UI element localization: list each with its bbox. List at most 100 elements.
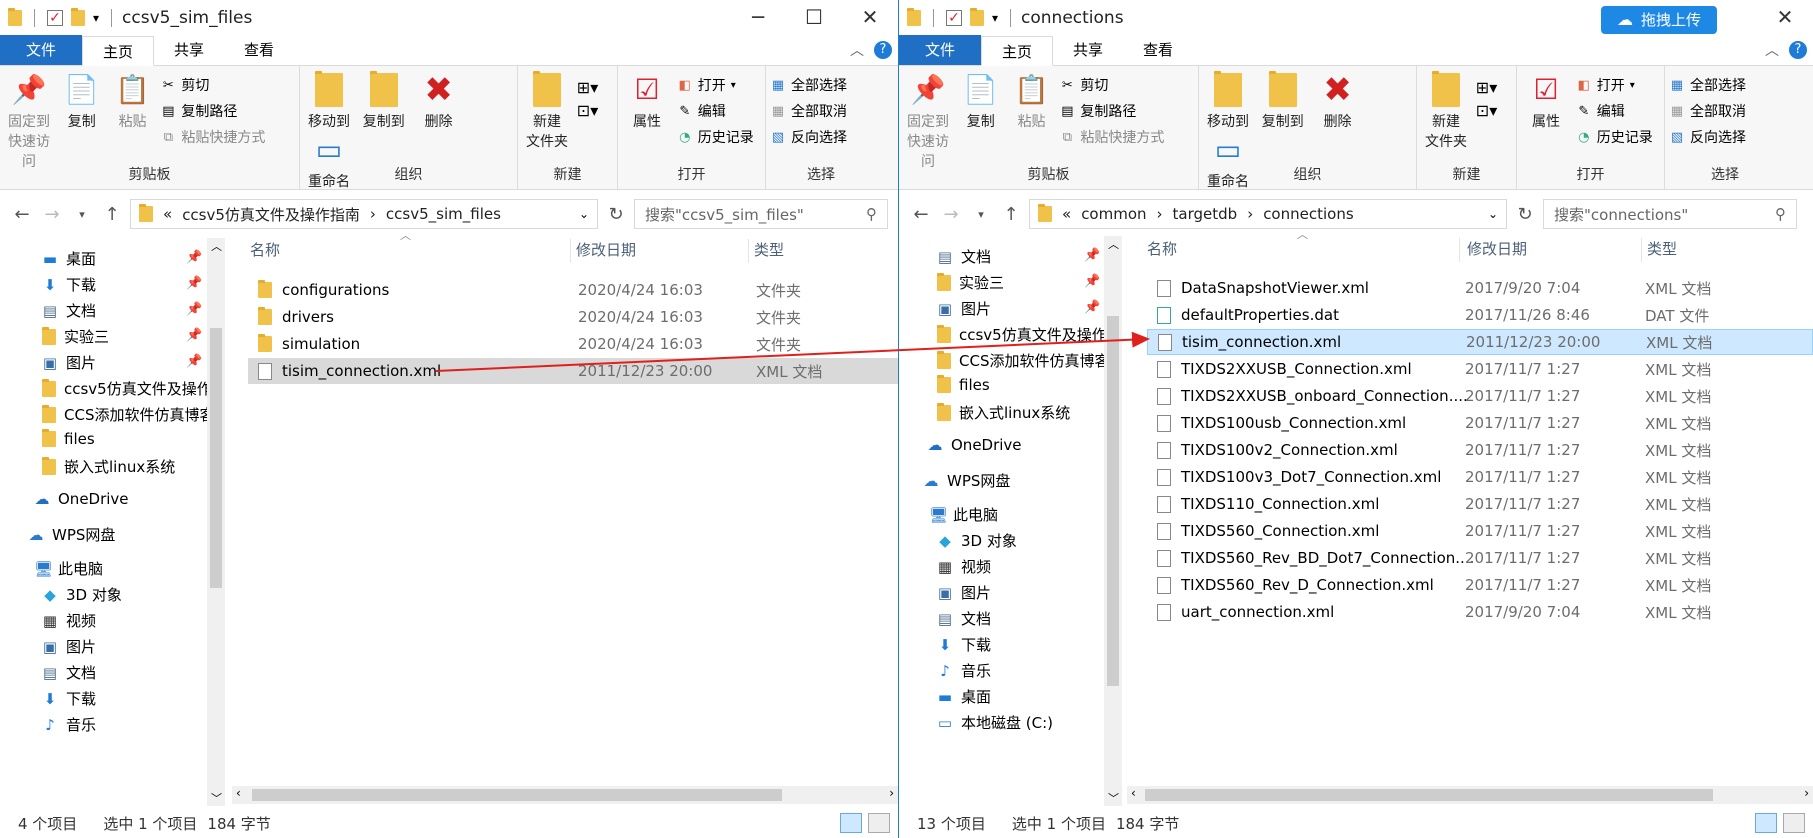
forward-icon[interactable]: →: [939, 204, 963, 225]
breadcrumb-item[interactable]: common: [1081, 205, 1146, 223]
nav-item[interactable]: ☁ WPS网盘: [923, 470, 1011, 491]
upload-button[interactable]: ☁ 拖拽上传: [1601, 6, 1718, 34]
pin-icon[interactable]: 📌: [1084, 248, 1100, 263]
address-bar[interactable]: « ccsv5仿真文件及操作指南 › ccsv5_sim_files ⌄: [130, 199, 598, 229]
invert-selection-button[interactable]: ▧ 反向选择: [1669, 126, 1746, 148]
history-button[interactable]: ◔ 历史记录: [1576, 126, 1653, 148]
column-type[interactable]: 类型: [1647, 234, 1677, 264]
nav-item[interactable]: ▣ 图片: [937, 582, 991, 603]
nav-item[interactable]: ▭ 本地磁盘 (C:): [937, 712, 1053, 733]
breadcrumb-item[interactable]: ccsv5_sim_files: [386, 205, 501, 223]
tab-home[interactable]: 主页: [981, 36, 1054, 66]
pin-icon[interactable]: 📌: [1084, 300, 1100, 315]
history-button[interactable]: ◔ 历史记录: [677, 126, 754, 148]
file-row[interactable]: TIXDS560_Connection.xml 2017/11/7 1:27 XML…: [1147, 518, 1813, 544]
copy-to-button[interactable]: 复制到: [359, 71, 409, 132]
nav-item[interactable]: ▣ 图片: [42, 636, 96, 657]
nav-item[interactable]: 实验三: [937, 272, 1004, 293]
paste-shortcut-button[interactable]: ⧉ 粘贴快捷方式: [160, 126, 266, 148]
nav-item[interactable]: ▦ 视频: [42, 610, 96, 631]
refresh-icon[interactable]: ↻: [604, 204, 628, 225]
nav-item[interactable]: ▤ 文档: [937, 246, 991, 267]
file-row[interactable]: TIXDS100v3_Dot7_Connection.xml 2017/11/7 …: [1147, 464, 1813, 490]
pin-icon[interactable]: 📌: [186, 354, 202, 369]
minimize-button[interactable]: ─: [730, 0, 786, 36]
open-button[interactable]: ◧ 打开 ▾: [1576, 74, 1653, 96]
pin-icon[interactable]: 📌: [186, 276, 202, 291]
copy-button[interactable]: 📄 复制: [59, 72, 105, 132]
delete-button[interactable]: ✖ 删除: [1313, 72, 1363, 132]
recent-dropdown-icon[interactable]: ▾: [70, 208, 94, 221]
address-dropdown-icon[interactable]: ⌄: [579, 207, 589, 221]
maximize-button[interactable]: ☐: [786, 0, 842, 36]
file-row[interactable]: TIXDS2XXUSB_onboard_Connection.... 2017/1…: [1147, 383, 1813, 409]
nav-item[interactable]: 嵌入式linux系统: [42, 456, 175, 477]
details-view-icon[interactable]: [840, 813, 862, 833]
column-date[interactable]: 修改日期: [576, 235, 636, 265]
nav-item[interactable]: ccsv5仿真文件及操作: [937, 324, 1104, 345]
nav-item[interactable]: CCS添加软件仿真博客: [42, 404, 214, 425]
tab-file[interactable]: 文件: [0, 35, 83, 65]
file-row[interactable]: configurations 2020/4/24 16:03 文件夹: [248, 277, 898, 303]
tab-view[interactable]: 查看: [1123, 35, 1193, 65]
nav-scrollbar[interactable]: ︿ ﹀: [1104, 236, 1122, 806]
paste-shortcut-button[interactable]: ⧉ 粘贴快捷方式: [1059, 126, 1165, 148]
nav-item[interactable]: ▤ 文档: [42, 662, 96, 683]
refresh-icon[interactable]: ↻: [1513, 204, 1537, 225]
copy-path-button[interactable]: ▤ 复制路径: [160, 100, 265, 122]
edit-button[interactable]: ✎ 编辑: [1576, 100, 1653, 122]
nav-item[interactable]: ▣ 图片: [42, 352, 96, 373]
column-name[interactable]: 名称: [250, 235, 280, 265]
paste-button[interactable]: 📋 粘贴: [1009, 72, 1055, 132]
pin-icon[interactable]: 📌: [186, 250, 202, 265]
details-view-icon[interactable]: [1755, 813, 1777, 833]
nav-item[interactable]: ◆ 3D 对象: [937, 530, 1017, 551]
horizontal-scrollbar[interactable]: ‹ ›: [232, 786, 898, 804]
copy-button[interactable]: 📄 复制: [958, 72, 1004, 132]
address-dropdown-icon[interactable]: ⌄: [1488, 207, 1498, 221]
tab-file[interactable]: 文件: [899, 35, 982, 65]
cut-button[interactable]: ✂ 剪切: [1059, 74, 1164, 96]
file-row[interactable]: tisim_connection.xml 2011/12/23 20:00 XML …: [248, 358, 898, 384]
nav-item[interactable]: ▤ 文档: [42, 300, 96, 321]
horizontal-scrollbar[interactable]: ‹ ›: [1127, 786, 1813, 804]
file-row[interactable]: drivers 2020/4/24 16:03 文件夹: [248, 304, 898, 330]
copy-to-button[interactable]: 复制到: [1258, 71, 1308, 132]
new-folder-quick-icon[interactable]: [71, 8, 85, 26]
new-folder-button[interactable]: 新建 文件夹: [1421, 71, 1471, 152]
cut-button[interactable]: ✂ 剪切: [160, 74, 265, 96]
nav-item[interactable]: files: [937, 375, 990, 394]
breadcrumb-item[interactable]: connections: [1263, 205, 1353, 223]
nav-item[interactable]: ☁ OneDrive: [927, 436, 1022, 454]
column-date[interactable]: 修改日期: [1467, 234, 1527, 264]
file-row[interactable]: defaultProperties.dat 2017/11/26 8:46 DAT …: [1147, 302, 1813, 328]
nav-item[interactable]: CCS添加软件仿真博客: [937, 350, 1104, 371]
nav-item[interactable]: ⬇ 下载: [42, 688, 96, 709]
nav-item[interactable]: 实验三: [42, 326, 109, 347]
help-icon[interactable]: ?: [874, 41, 892, 59]
forward-icon[interactable]: →: [40, 204, 64, 225]
nav-item[interactable]: ▦ 视频: [937, 556, 991, 577]
new-folder-button[interactable]: 新建 文件夹: [522, 71, 572, 152]
up-icon[interactable]: ↑: [100, 204, 124, 225]
nav-item[interactable]: ♪ 音乐: [42, 714, 96, 735]
file-row[interactable]: TIXDS100v2_Connection.xml 2017/11/7 1:27 X…: [1147, 437, 1813, 463]
copy-path-button[interactable]: ▤ 复制路径: [1059, 100, 1164, 122]
help-icon[interactable]: ?: [1789, 41, 1807, 59]
nav-item[interactable]: ▬ 桌面: [937, 686, 991, 707]
file-row[interactable]: TIXDS560_Rev_BD_Dot7_Connection.... 2017/…: [1147, 545, 1813, 571]
new-item-icon[interactable]: ⊞▾: [577, 78, 598, 97]
breadcrumb-overflow[interactable]: «: [163, 205, 172, 223]
large-icons-view-icon[interactable]: [1783, 813, 1805, 833]
edit-button[interactable]: ✎ 编辑: [677, 100, 754, 122]
breadcrumb-item[interactable]: ccsv5仿真文件及操作指南: [182, 204, 360, 225]
new-folder-quick-icon[interactable]: [970, 8, 984, 26]
select-none-button[interactable]: ▦ 全部取消: [770, 100, 847, 122]
file-row[interactable]: TIXDS2XXUSB_Connection.xml 2017/11/7 1:27…: [1147, 356, 1813, 382]
nav-item[interactable]: ◆ 3D 对象: [42, 584, 122, 605]
properties-button[interactable]: ☑ 属性: [1521, 72, 1571, 132]
invert-selection-button[interactable]: ▧ 反向选择: [770, 126, 847, 148]
file-row[interactable]: TIXDS110_Connection.xml 2017/11/7 1:27 XML…: [1147, 491, 1813, 517]
search-input[interactable]: 搜索"ccsv5_sim_files" ⚲: [634, 199, 888, 229]
file-row[interactable]: uart_connection.xml 2017/9/20 7:04 XML 文档: [1147, 599, 1813, 625]
